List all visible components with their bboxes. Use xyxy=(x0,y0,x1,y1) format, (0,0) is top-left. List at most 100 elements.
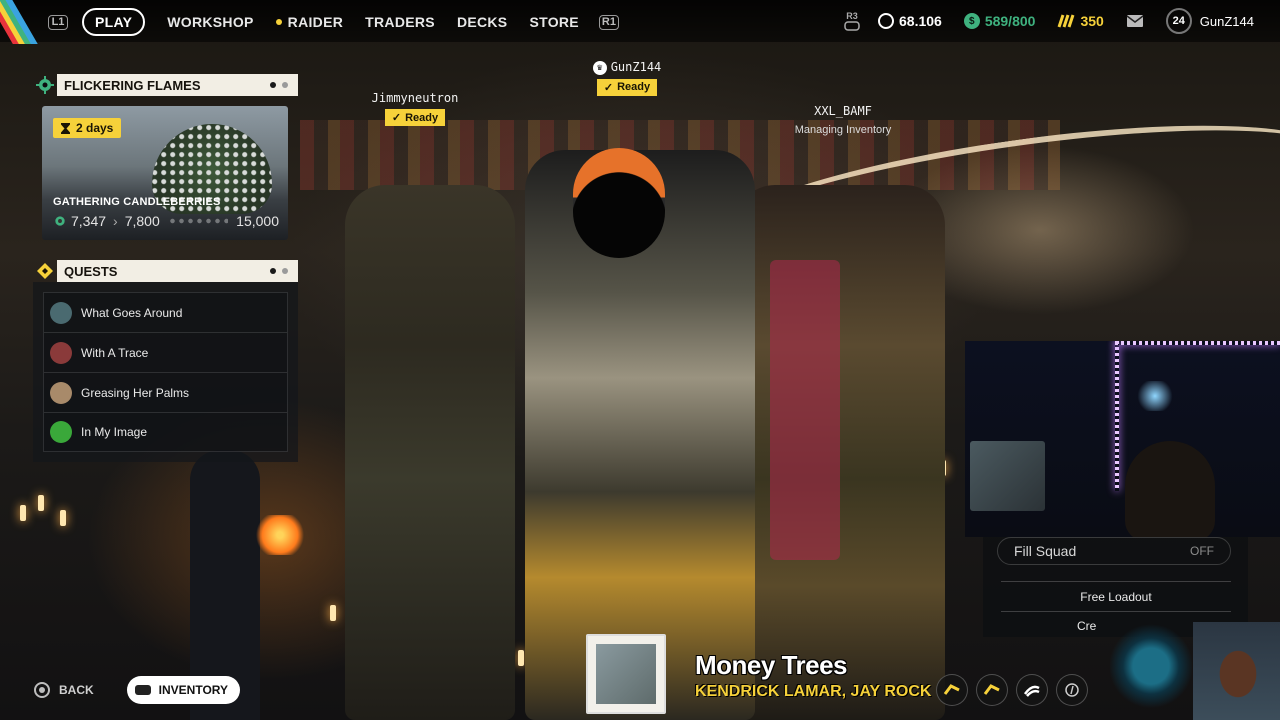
event-title: FLICKERING FLAMES xyxy=(57,74,298,96)
tab-workshop[interactable]: WORKSHOP xyxy=(167,14,253,30)
tab-play[interactable]: PLAY xyxy=(82,8,146,36)
player-tag-gunz144: ♛ GunZ144 ✓ Ready xyxy=(577,60,677,96)
quests-title: QUESTS xyxy=(57,260,298,282)
slash-icon[interactable] xyxy=(1016,674,1048,706)
quest-list: What Goes Around With A Trace Greasing H… xyxy=(33,282,298,462)
quest-item[interactable]: What Goes Around xyxy=(43,292,288,332)
album-photo xyxy=(596,644,656,704)
quest-item[interactable]: With A Trace xyxy=(43,332,288,372)
quest-giver-avatar xyxy=(50,301,72,324)
top-nav-bar: L1 PLAY WORKSHOP RAIDER TRADERS DECKS ST… xyxy=(0,0,1280,44)
candle xyxy=(20,505,26,521)
quest-giver-avatar xyxy=(50,421,72,443)
check-icon: ✓ xyxy=(391,112,402,124)
tab-raider-label: RAIDER xyxy=(287,14,344,30)
quests-panel-header[interactable]: QUESTS xyxy=(33,260,298,282)
circle-button-icon xyxy=(34,682,50,698)
tokens-value: 350 xyxy=(1080,13,1104,29)
character-coat-detail xyxy=(770,260,840,560)
event-panel-header[interactable]: FLICKERING FLAMES xyxy=(33,74,298,96)
fill-squad-value: OFF xyxy=(1190,544,1214,558)
candle xyxy=(38,495,44,511)
ready-label: Ready xyxy=(617,81,651,93)
emote-icon[interactable] xyxy=(936,674,968,706)
mail-icon xyxy=(1126,15,1144,27)
r3-stick-hint: R3 xyxy=(844,11,860,31)
character-xxl-bamf[interactable] xyxy=(735,185,945,720)
l1-button-hint: L1 xyxy=(48,14,68,30)
gear-flower-icon xyxy=(33,74,57,96)
tab-raider[interactable]: RAIDER xyxy=(275,14,344,30)
info-icon[interactable] xyxy=(1056,674,1088,706)
player-name-label: XXL_BAMF xyxy=(814,104,872,118)
pager-dot xyxy=(282,82,288,88)
tab-decks[interactable]: DECKS xyxy=(457,14,508,30)
capacity-stat: $ 589/800 xyxy=(963,13,1036,29)
quick-icons xyxy=(936,674,1088,706)
capacity-value: 589/800 xyxy=(984,13,1036,29)
check-icon: ✓ xyxy=(603,81,614,94)
back-label: BACK xyxy=(59,683,94,697)
time-left-value: 2 days xyxy=(76,121,114,135)
event-activity-name: GATHERING CANDLEBERRIES xyxy=(53,196,221,208)
coin-icon xyxy=(878,13,894,29)
pager-dot xyxy=(282,268,288,274)
inbox-button[interactable] xyxy=(1126,14,1144,28)
controller-stick-icon xyxy=(844,21,860,31)
event-card[interactable]: 2 days GATHERING CANDLEBERRIES 7,347 › 7… xyxy=(42,106,288,240)
divider xyxy=(1001,581,1231,582)
player-name-row: ♛ GunZ144 xyxy=(577,60,677,75)
streamer-webcam xyxy=(965,341,1280,537)
fill-squad-label: Fill Squad xyxy=(1014,543,1077,559)
blue-light xyxy=(1135,381,1175,411)
tab-store[interactable]: STORE xyxy=(529,14,578,30)
main-nav: L1 PLAY WORKSHOP RAIDER TRADERS DECKS ST… xyxy=(48,8,619,36)
quest-diamond-icon xyxy=(33,260,57,282)
channel-logo-tiger xyxy=(1110,622,1192,720)
quest-item[interactable]: Greasing Her Palms xyxy=(43,372,288,412)
tokens-stat: 350 xyxy=(1057,13,1104,29)
ready-badge: ✓ Ready xyxy=(596,78,658,96)
divider xyxy=(1001,611,1231,612)
player-profile[interactable]: 24 GunZ144 xyxy=(1165,8,1254,34)
quest-label: Greasing Her Palms xyxy=(81,385,190,400)
time-left-badge: 2 days xyxy=(53,118,122,138)
event-current-value: 7,347 xyxy=(71,213,107,229)
player-status-label: Managing Inventory xyxy=(794,124,892,136)
crown-icon: ♛ xyxy=(592,60,607,75)
coins-stat: 68.106 xyxy=(878,13,942,29)
ready-label: Ready xyxy=(405,111,439,124)
touchpad-icon xyxy=(134,685,151,695)
event-pager[interactable] xyxy=(270,82,288,88)
player-level-badge: 24 xyxy=(1165,8,1192,34)
character-jimmyneutron[interactable] xyxy=(345,185,515,720)
tab-traders[interactable]: TRADERS xyxy=(365,14,435,30)
pager-dot-active xyxy=(270,82,276,88)
led-strip xyxy=(1115,341,1280,345)
crown-emote-icon[interactable] xyxy=(976,674,1008,706)
event-next-milestone: 7,800 xyxy=(124,213,160,229)
back-button[interactable]: BACK xyxy=(34,682,94,698)
player-name: GunZ144 xyxy=(1199,13,1254,29)
inventory-label: INVENTORY xyxy=(158,683,229,697)
chevron-right-icon: › xyxy=(113,213,118,229)
player-tag-xxl-bamf: XXL_BAMF Managing Inventory xyxy=(783,104,903,136)
event-progress: 7,347 › 7,800 15,000 xyxy=(53,213,279,229)
quest-giver-avatar xyxy=(50,381,72,404)
song-artist: KENDRICK LAMAR, JAY ROCK xyxy=(695,683,932,700)
free-loadout-button[interactable]: Free Loadout xyxy=(1001,590,1231,604)
notification-dot-icon xyxy=(275,19,282,25)
ready-badge: ✓ Ready xyxy=(384,109,446,126)
song-title: Money Trees xyxy=(695,650,848,680)
coins-value: 68.106 xyxy=(899,13,942,29)
hourglass-icon xyxy=(61,122,70,134)
inventory-button[interactable]: INVENTORY xyxy=(126,676,241,704)
quest-giver-avatar xyxy=(50,341,72,364)
rainbow-logo-stripes xyxy=(0,0,44,44)
fill-squad-toggle[interactable]: Fill Squad OFF xyxy=(997,537,1231,565)
quest-item[interactable]: In My Image xyxy=(43,412,288,452)
bottom-actions: BACK INVENTORY xyxy=(34,676,241,704)
raider-token-icon: $ xyxy=(963,13,980,29)
quests-pager[interactable] xyxy=(270,268,288,274)
cred-icon xyxy=(1058,14,1075,28)
